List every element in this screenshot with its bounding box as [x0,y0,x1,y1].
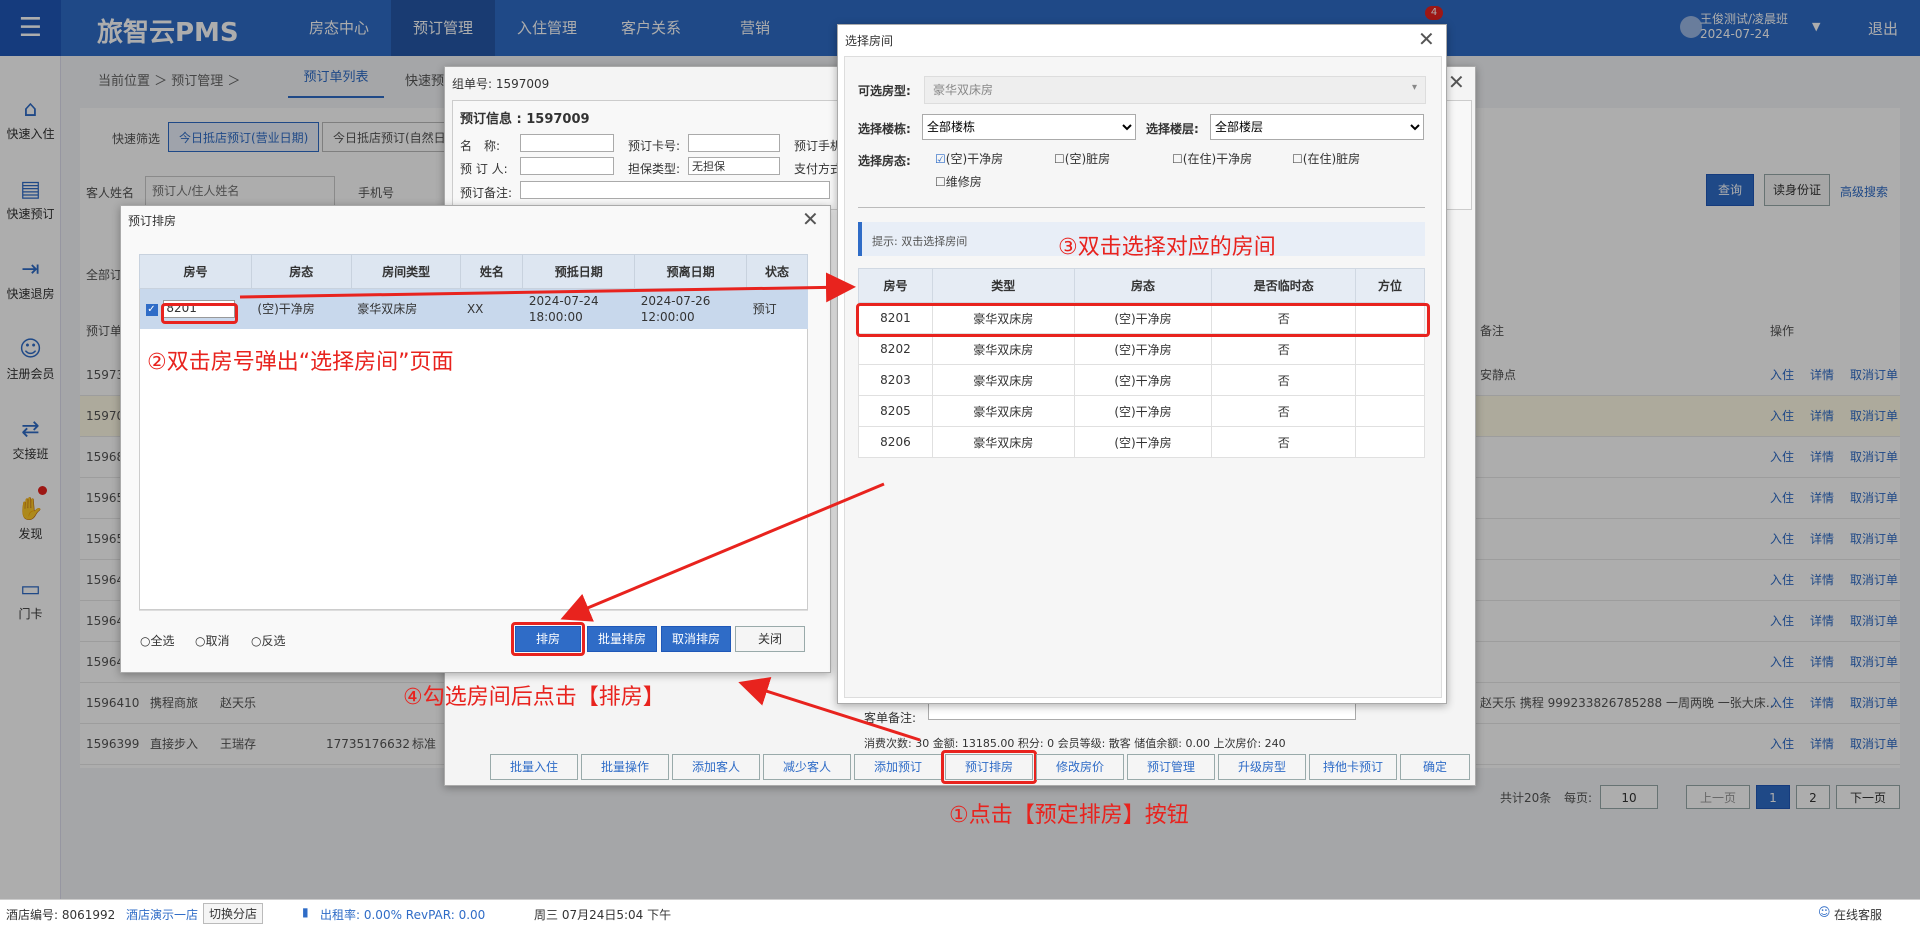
hotel-name-link[interactable]: 酒店演示一店 [126,906,198,923]
online-service-link[interactable]: 在线客服 [1834,906,1882,923]
datetime: 周三 07月24日5:04 下午 [534,908,672,922]
annotation-step-2: ②双击房号弹出“选择房间”页面 [147,350,454,375]
annotation-step-1: ①点击【预定排房】按钮 [949,803,1189,828]
hotel-number: 酒店编号: 8061992 [6,908,116,922]
chart-icon: ▮ [302,905,309,919]
annotation-step-4: ④勾选房间后点击【排房】 [403,685,665,710]
annotation-step-3: ③双击选择对应的房间 [1058,235,1276,260]
support-icon: ☺ [1818,905,1831,919]
status-bar [0,899,1920,929]
occupancy-text: 出租率: 0.00% RevPAR: 0.00 [320,908,486,922]
switch-branch-button[interactable]: 切换分店 [203,903,264,924]
annotation-arrows [239,272,921,742]
